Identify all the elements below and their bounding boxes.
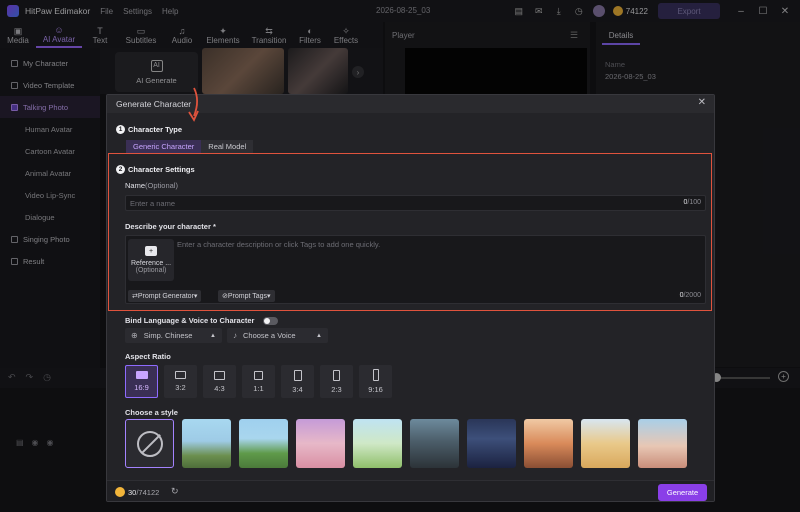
style-option-chibi[interactable]	[638, 419, 687, 468]
credits-total: /74122	[136, 488, 160, 497]
ratio-shape	[135, 371, 148, 379]
style-option-realistic[interactable]	[410, 419, 459, 468]
style-none-option[interactable]	[125, 419, 174, 468]
voice-value: Choose a Voice	[243, 331, 296, 340]
style-option-illustration[interactable]	[524, 419, 573, 468]
bind-language-toggle[interactable]	[263, 317, 278, 325]
prompt-tags-label: Prompt Tags	[227, 292, 268, 300]
character-type-title: Character Type	[128, 125, 183, 134]
ratio-shape	[372, 369, 379, 381]
caret-down-icon: ▾	[193, 293, 198, 300]
ratio-shape	[254, 370, 263, 380]
ratio-shape	[293, 369, 302, 381]
character-settings-title: Character Settings	[128, 165, 195, 174]
reference-optional: (Optional)	[135, 267, 167, 274]
step-number: 1	[116, 125, 125, 134]
ratio-label: 9:16	[368, 385, 383, 394]
choose-style-label: Choose a style	[125, 408, 178, 417]
name-input[interactable]	[126, 196, 646, 210]
voice-icon: ♪	[233, 331, 237, 340]
aspect-ratio-2-3[interactable]: 2:3	[320, 365, 353, 398]
caret-down-icon: ▾	[267, 293, 271, 300]
describe-label: Describe your character *	[125, 222, 216, 231]
prompt-generator-button[interactable]: ⇄ Prompt Generator ▾	[128, 290, 202, 302]
aspect-ratio-3-2[interactable]: 3:2	[164, 365, 197, 398]
generate-button[interactable]: Generate	[658, 484, 707, 501]
name-field: 0/100	[125, 195, 706, 211]
no-style-icon	[136, 430, 163, 457]
ratio-label: 1:1	[253, 383, 264, 393]
ratio-shape	[175, 371, 186, 379]
ratio-label: 2:3	[331, 384, 342, 394]
name-max: /100	[687, 199, 701, 206]
ratio-shape	[333, 369, 340, 381]
aspect-ratio-3-4[interactable]: 3:4	[281, 365, 314, 398]
voice-select[interactable]: ♪ Choose a Voice ▲	[227, 328, 328, 343]
ratio-shape	[214, 370, 225, 380]
style-option-anime-dark[interactable]	[467, 419, 516, 468]
describe-character-field[interactable]: + Reference ... (Optional) Enter a chara…	[125, 235, 706, 304]
prompt-tags-button[interactable]: ⊘ Prompt Tags ▾	[218, 290, 275, 302]
ratio-label: 16:9	[134, 383, 149, 392]
close-icon[interactable]: ✕	[698, 97, 706, 108]
globe-icon: ⊕	[131, 331, 138, 340]
add-image-icon: +	[145, 246, 157, 256]
name-optional: (Optional)	[145, 181, 178, 190]
annotation-arrow-icon	[188, 87, 199, 122]
prompt-generator-label: Prompt Generator	[137, 292, 194, 300]
credit-cost: 30/74122	[128, 488, 159, 497]
name-label-text: Name	[125, 181, 146, 190]
ratio-label: 3:2	[175, 383, 186, 392]
describe-placeholder: Enter a character description or click T…	[177, 240, 381, 249]
ratio-label: 3:4	[292, 384, 303, 394]
language-value: Simp. Chinese	[143, 331, 193, 340]
real-model-option[interactable]: Real Model	[201, 140, 254, 153]
caret-up-icon: ▲	[316, 332, 322, 339]
language-select[interactable]: ⊕ Simp. Chinese ▲	[125, 328, 222, 343]
step-number: 2	[116, 165, 125, 174]
aspect-ratio-label: Aspect Ratio	[125, 352, 171, 361]
style-option-pet-cartoon[interactable]	[581, 419, 630, 468]
aspect-ratio-9-16[interactable]: 9:16	[359, 365, 392, 398]
style-option-anime-girl[interactable]	[182, 419, 231, 468]
aspect-ratio-16-9[interactable]: 16:9	[125, 365, 158, 398]
character-type-toggle: Generic Character Real Model	[126, 140, 254, 153]
aspect-ratio-4-3[interactable]: 4:3	[203, 365, 236, 398]
reference-image-button[interactable]: + Reference ... (Optional)	[128, 239, 174, 281]
describe-max: /2000	[683, 292, 701, 299]
dialog-title: Generate Character	[116, 99, 192, 109]
dialog-footer: 30/74122 ↻ Generate	[107, 480, 714, 501]
ratio-label: 4:3	[214, 383, 225, 393]
refresh-icon[interactable]: ↻	[171, 486, 179, 497]
aspect-ratio-1-1[interactable]: 1:1	[242, 365, 275, 398]
caret-up-icon: ▲	[210, 332, 216, 339]
reference-label: Reference ...	[130, 260, 172, 267]
name-char-counter: 0/100	[683, 199, 701, 206]
name-label: Name(Optional)	[125, 181, 178, 190]
generic-character-option[interactable]: Generic Character	[126, 140, 202, 153]
generate-character-dialog: Generate Character ✕ 1 Character Type Ge…	[106, 94, 715, 502]
bind-language-label: Bind Language & Voice to Character	[125, 316, 255, 325]
describe-char-counter: 0/2000	[680, 292, 701, 299]
style-option-pixel-art[interactable]	[239, 419, 288, 468]
style-option-watercolor[interactable]	[353, 419, 402, 468]
style-option-cartoon-3d[interactable]	[296, 419, 345, 468]
coin-icon	[115, 487, 125, 497]
